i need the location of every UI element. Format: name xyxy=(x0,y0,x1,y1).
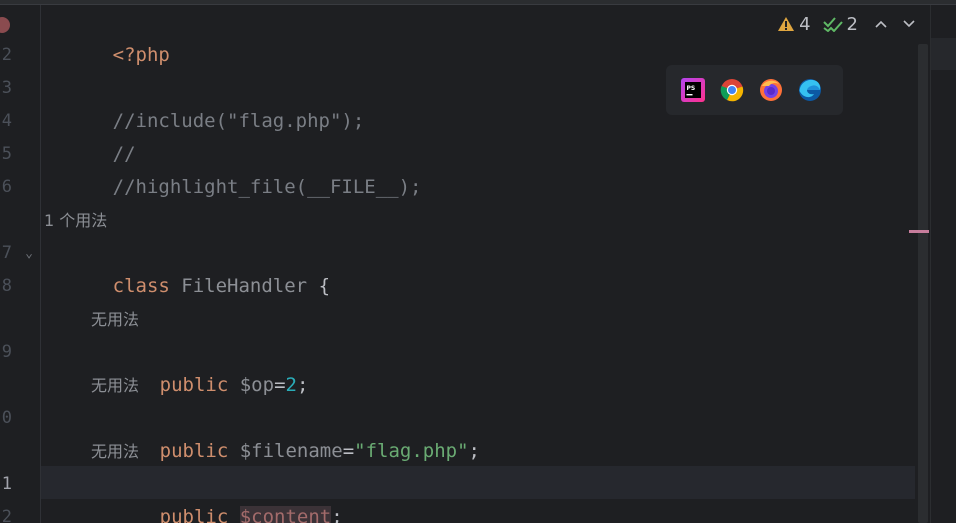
keyword: public xyxy=(159,440,229,462)
comment: //highlight_file(__FILE__); xyxy=(112,176,422,198)
keyword: public xyxy=(159,374,229,396)
code-line-4: // xyxy=(44,105,136,165)
double-check-icon xyxy=(822,17,843,32)
line-number: 4 xyxy=(1,111,12,131)
usage-hint[interactable]: 无用法 xyxy=(91,369,139,402)
php-open-tag: <?php xyxy=(112,44,170,66)
variable: $op xyxy=(239,374,275,396)
line-number: 3 xyxy=(1,78,12,98)
inspection-status[interactable]: 4 2 xyxy=(777,10,920,38)
checks-indicator[interactable]: 2 xyxy=(822,13,858,35)
line-number: 2 xyxy=(1,45,12,65)
breakpoint-icon[interactable] xyxy=(0,17,10,33)
phpstorm-icon[interactable]: PS xyxy=(680,77,706,103)
comment: //include("flag.php"); xyxy=(112,110,365,132)
code-editor[interactable]: 2 3 4 5 6 7 ⌄ 8 9 0 1 2 <?php //include(… xyxy=(0,0,956,523)
fold-chevron-icon[interactable]: ⌄ xyxy=(22,237,36,270)
usage-hint[interactable]: 无用法 xyxy=(91,435,139,468)
semicolon: ; xyxy=(296,374,309,396)
line-number-current: 1 xyxy=(1,474,12,494)
firefox-icon[interactable] xyxy=(758,77,784,103)
operator: = xyxy=(274,374,286,396)
edge-icon[interactable] xyxy=(797,77,823,103)
vertical-scrollbar-thumb[interactable] xyxy=(918,44,928,523)
browser-popup: PS xyxy=(666,65,843,115)
keyword: class xyxy=(112,275,170,297)
operator: = xyxy=(342,440,355,462)
warning-icon xyxy=(778,17,795,31)
right-tool-strip xyxy=(930,5,956,523)
line-number: 6 xyxy=(1,177,12,197)
code-line-5: //highlight_file(__FILE__); xyxy=(44,138,422,198)
previous-highlight-button[interactable] xyxy=(870,13,892,35)
chevron-down-icon xyxy=(903,20,915,28)
chrome-icon[interactable] xyxy=(719,77,745,103)
code-line-11: public $content; xyxy=(91,468,343,523)
string: "flag.php" xyxy=(354,440,469,462)
code-line-9: public $op=2; xyxy=(91,336,309,396)
warnings-indicator[interactable]: 4 xyxy=(777,13,811,35)
line-number: 2 xyxy=(1,507,12,523)
semicolon: ; xyxy=(331,506,343,523)
semicolon: ; xyxy=(468,440,480,462)
variable-highlighted: $content xyxy=(239,506,332,523)
chevron-up-icon xyxy=(875,20,887,28)
number: 2 xyxy=(285,374,297,396)
code-line-1: <?php xyxy=(44,6,170,66)
line-number: 7 xyxy=(1,243,12,263)
code-line-3: //include("flag.php"); xyxy=(44,72,365,132)
keyword: public xyxy=(159,506,229,523)
class-name: FileHandler xyxy=(181,275,308,297)
brace: { xyxy=(318,275,331,297)
usage-hint[interactable]: 无用法 xyxy=(91,303,139,336)
right-strip-tab[interactable] xyxy=(931,38,956,70)
line-number: 0 xyxy=(1,408,12,428)
variable: $filename xyxy=(239,440,343,462)
code-line-7: class FileHandler { xyxy=(44,237,330,297)
line-number: 9 xyxy=(1,342,12,362)
checks-count: 2 xyxy=(846,13,858,35)
usage-hint[interactable]: 1 个用法 xyxy=(44,204,107,237)
warnings-count: 4 xyxy=(799,13,811,35)
svg-text:PS: PS xyxy=(687,85,696,92)
line-gutter[interactable]: 2 3 4 5 6 7 ⌄ 8 9 0 1 2 xyxy=(0,5,41,523)
code-line-10: public $filename="flag.php"; xyxy=(91,402,480,462)
error-stripe-marker[interactable] xyxy=(909,230,929,233)
line-number: 5 xyxy=(1,144,12,164)
line-number: 8 xyxy=(1,276,12,296)
